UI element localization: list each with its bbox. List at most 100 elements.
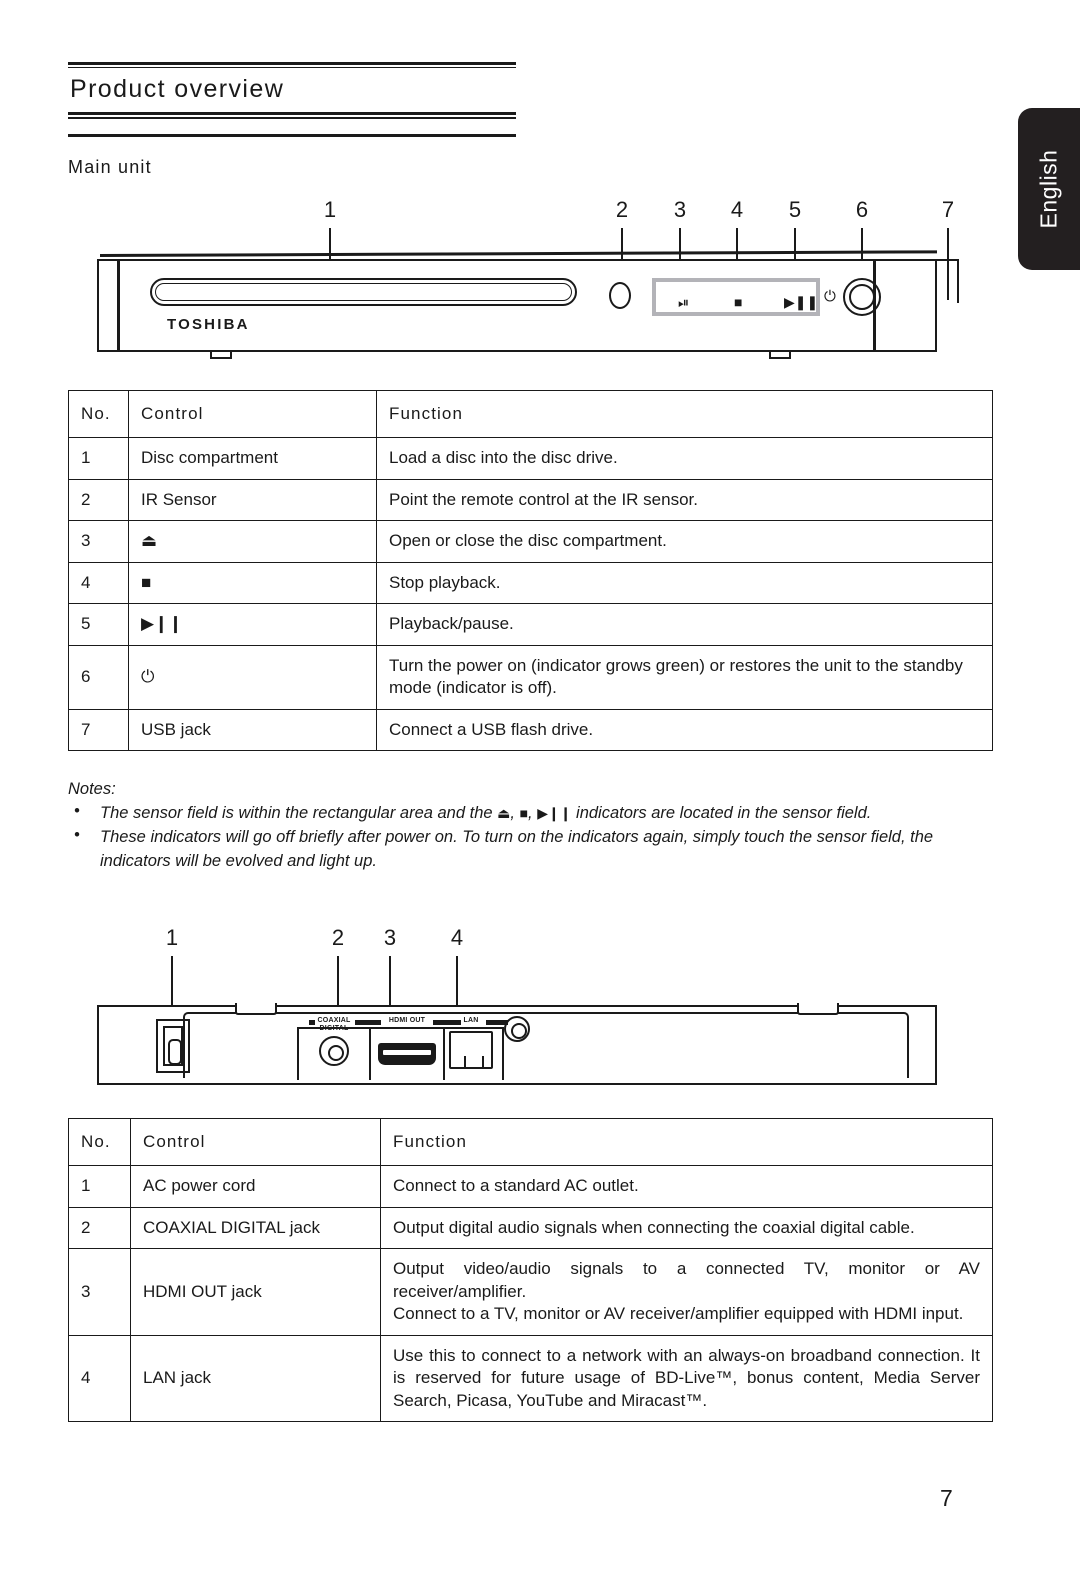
- row-function: Load a disc into the disc drive.: [376, 437, 993, 480]
- column-header-no: No.: [68, 1117, 131, 1167]
- row-number: 4: [68, 1334, 131, 1422]
- row-function: Connect to a standard AC outlet.: [380, 1165, 993, 1208]
- row-function: Output digital audio signals when connec…: [380, 1206, 993, 1250]
- row-function: Point the remote control at the IR senso…: [376, 478, 993, 522]
- eject-icon: ⏏: [497, 805, 511, 821]
- row-number: 1: [68, 437, 129, 480]
- language-tab: English: [1018, 108, 1080, 270]
- heading-rule-mid-thick: [68, 112, 516, 116]
- row-control: LAN jack: [130, 1334, 381, 1422]
- subsection-title: Main unit: [68, 157, 152, 177]
- port-label-dash: [355, 1020, 381, 1025]
- note-text-post: indicators are located in the sensor fie…: [571, 804, 872, 822]
- front-panel-foot-right: [769, 352, 791, 359]
- column-header-control: Control: [130, 1117, 381, 1167]
- row-control: HDMI OUT jack: [130, 1248, 381, 1336]
- heading-rule-top-thick: [68, 62, 516, 65]
- table-row: 4 ■ Stop playback.: [68, 561, 993, 605]
- note-sep-1: ,: [510, 804, 520, 822]
- page-content: Product overview Main unit 1 2 3 4 5 6 7…: [0, 0, 1000, 1573]
- column-header-control: Control: [128, 389, 377, 439]
- hdmi-out-port-label: HDMI OUT: [388, 1017, 426, 1024]
- row-number: 2: [68, 1206, 131, 1250]
- row-number: 1: [68, 1165, 131, 1208]
- lan-port-label: LAN: [463, 1017, 479, 1024]
- stop-icon: ■: [128, 561, 377, 605]
- power-icon: ⏻: [824, 288, 836, 305]
- front-callout-number-3: 3: [673, 197, 687, 222]
- play-pause-icon: ▶❙❙: [128, 603, 377, 646]
- note-bullet: •: [74, 826, 80, 845]
- rear-callout-number-3: 3: [383, 925, 397, 950]
- table-row: 4 LAN jack Use this to connect to a netw…: [68, 1334, 993, 1422]
- toshiba-logo: TOSHIBA: [167, 316, 250, 333]
- stop-icon[interactable]: ■: [734, 295, 742, 309]
- row-function: Stop playback.: [376, 561, 993, 605]
- table-row: 7 USB jack Connect a USB flash drive.: [68, 708, 993, 751]
- hdmi-out-jack: [378, 1043, 436, 1065]
- section-heading: Product overview: [68, 62, 516, 137]
- table-row: 1 Disc compartment Load a disc into the …: [68, 437, 993, 480]
- row-function: Open or close the disc compartment.: [376, 520, 993, 563]
- power-icon: ⏻: [128, 644, 377, 710]
- rear-panel-tab-left: [235, 1003, 277, 1015]
- front-panel-spec-table: No. Control Function 1 Disc compartment …: [68, 389, 993, 751]
- column-header-function: Function: [380, 1117, 993, 1167]
- row-control: AC power cord: [130, 1165, 381, 1208]
- front-panel-foot-left: [210, 352, 232, 359]
- rear-panel-tab-right: [797, 1003, 839, 1015]
- eject-icon[interactable]: ⏯: [678, 295, 689, 309]
- table-row: 2 COAXIAL DIGITAL jack Output digital au…: [68, 1206, 993, 1250]
- row-function: Connect a USB flash drive.: [376, 708, 993, 751]
- table-row: 5 ▶❙❙ Playback/pause.: [68, 603, 993, 646]
- row-function: Output video/audio signals to a connecte…: [380, 1248, 993, 1336]
- front-panel-top-edge: [100, 250, 937, 257]
- rear-panel-diagram: COAXIAL DIGITAL HDMI OUT LAN: [97, 1003, 937, 1085]
- front-callout-number-1: 1: [323, 197, 337, 222]
- front-callout-number-7: 7: [941, 197, 955, 222]
- front-callout-number-4: 4: [730, 197, 744, 222]
- note-text: These indicators will go off briefly aft…: [100, 828, 934, 870]
- table-row: 1 AC power cord Connect to a standard AC…: [68, 1165, 993, 1208]
- row-control: Disc compartment: [128, 437, 377, 480]
- column-header-function: Function: [376, 389, 993, 439]
- row-control: USB jack: [128, 708, 377, 751]
- rear-callout-number-4: 4: [450, 925, 464, 950]
- row-number: 3: [68, 1248, 131, 1336]
- eject-icon: ⏏: [128, 520, 377, 563]
- row-function: Use this to connect to a network with an…: [380, 1334, 993, 1422]
- page-title: Product overview: [70, 75, 285, 104]
- power-button[interactable]: [843, 278, 881, 316]
- sensor-field: ⏯ ■ ▶❚❚: [652, 278, 820, 316]
- coaxial-digital-jack: [319, 1036, 349, 1066]
- table-row: 3 HDMI OUT jack Output video/audio signa…: [68, 1248, 993, 1336]
- row-number: 2: [68, 478, 129, 522]
- play-pause-icon[interactable]: ▶❚❚: [784, 295, 818, 309]
- notes-title: Notes:: [68, 780, 116, 798]
- notes-block: Notes: • The sensor field is within the …: [68, 780, 993, 874]
- front-panel-diagram: TOSHIBA ⏯ ■ ▶❚❚ ⏻: [97, 250, 959, 359]
- stop-icon: ■: [519, 805, 529, 821]
- table-row: 2 IR Sensor Point the remote control at …: [68, 478, 993, 522]
- play-pause-icon: ▶❙❙: [537, 805, 572, 821]
- row-number: 3: [68, 520, 129, 563]
- front-callout-number-5: 5: [788, 197, 802, 222]
- row-function: Playback/pause.: [376, 603, 993, 646]
- column-header-no: No.: [68, 389, 129, 439]
- language-tab-label: English: [1035, 149, 1062, 229]
- note-text: The sensor field is within the rectangul…: [100, 802, 993, 825]
- page-number: 7: [940, 1485, 953, 1511]
- table-header-row: No. Control Function: [68, 1117, 993, 1167]
- rear-panel-spec-table: No. Control Function 1 AC power cord Con…: [68, 1117, 993, 1422]
- screw-icon: [504, 1016, 530, 1042]
- disc-compartment-tray-inner: [155, 283, 572, 301]
- row-number: 5: [68, 603, 129, 646]
- table-row: 6 ⏻ Turn the power on (indicator grows g…: [68, 644, 993, 710]
- note-item: • The sensor field is within the rectang…: [68, 802, 993, 825]
- table-row: 3 ⏏ Open or close the disc compartment.: [68, 520, 993, 563]
- row-function: Turn the power on (indicator grows green…: [376, 644, 993, 710]
- note-item: • These indicators will go off briefly a…: [68, 826, 993, 873]
- rear-callout-number-2: 2: [331, 925, 345, 950]
- row-number: 6: [68, 644, 129, 710]
- note-bullet: •: [74, 802, 80, 820]
